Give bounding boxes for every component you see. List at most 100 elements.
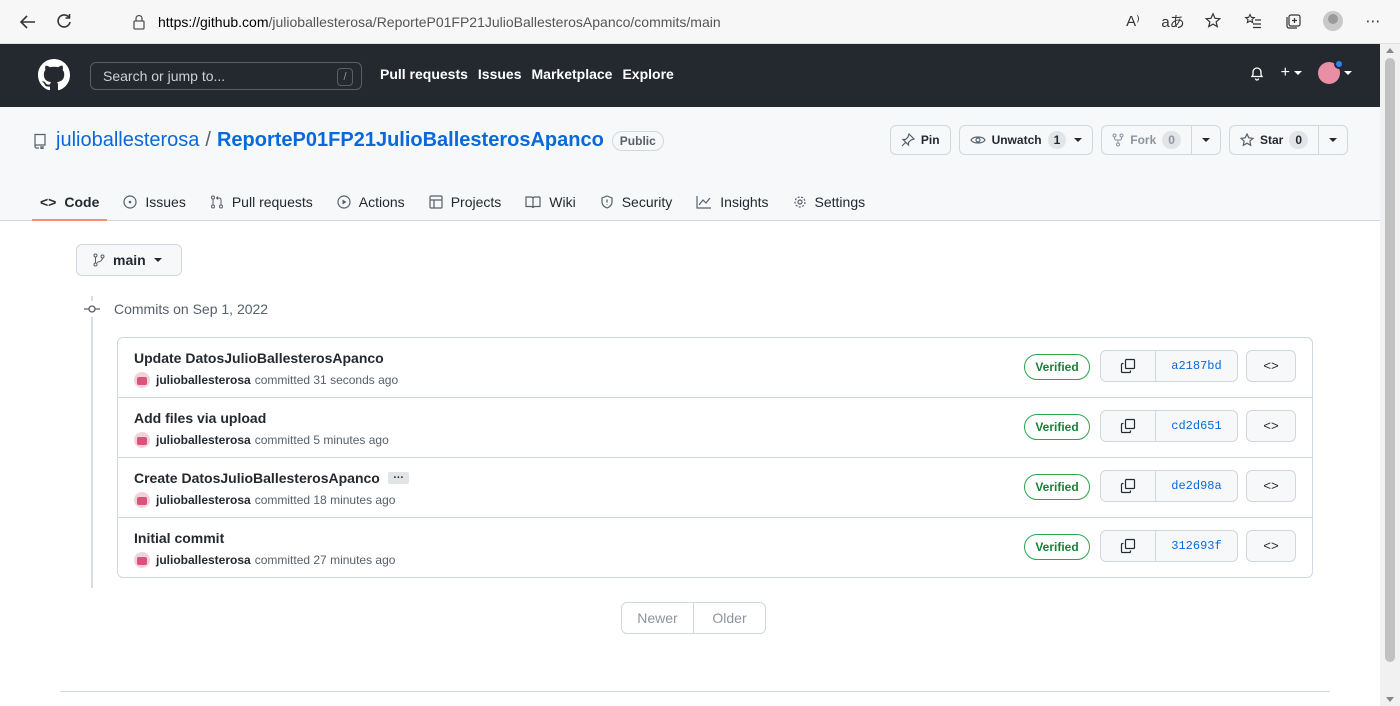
verified-badge[interactable]: Verified [1024,474,1090,500]
tab-code[interactable]: <> Code [31,183,113,221]
scroll-up-icon[interactable] [1386,48,1394,53]
pull-request-icon [210,195,224,209]
commit-message-link[interactable]: Add files via upload [134,410,266,426]
watch-label: Unwatch [991,133,1042,147]
collections-icon[interactable] [1276,6,1310,36]
fork-dropdown[interactable] [1190,126,1220,154]
copy-sha-button[interactable] [1101,471,1156,501]
commit-sha-link[interactable]: cd2d651 [1156,411,1237,441]
fork-label: Fork [1130,133,1157,147]
browse-repo-button[interactable]: <> [1246,530,1296,562]
copy-sha-button[interactable] [1101,531,1156,561]
avatar[interactable] [134,492,150,508]
repo-name-link[interactable]: ReporteP01FP21JulioBallesterosApanco [217,129,604,152]
bell-icon[interactable] [1249,65,1265,81]
favorite-star-icon[interactable] [1196,6,1230,36]
branch-name: main [113,252,146,268]
commit-message-link[interactable]: Update DatosJulioBallesterosApanco [134,350,384,366]
commit-message-link[interactable]: Create DatosJulioBallesterosApanco [134,470,380,486]
read-aloud-icon[interactable]: A⁾ [1116,6,1150,36]
tab-label: Settings [814,194,866,210]
tab-insights[interactable]: Insights [696,183,782,221]
lock-icon [132,14,148,30]
tab-pull-requests[interactable]: Pull requests [210,183,327,221]
nav-marketplace[interactable]: Marketplace [532,66,613,82]
fork-button[interactable]: Fork 0 [1101,125,1221,155]
more-options-icon[interactable]: ⋯ [1356,6,1390,36]
page-scrollbar[interactable] [1380,44,1400,706]
fork-count: 0 [1162,131,1181,149]
avatar[interactable] [134,552,150,568]
tab-actions[interactable]: Actions [337,183,419,221]
browse-repo-button[interactable]: <> [1246,350,1296,382]
copy-sha-button[interactable] [1101,411,1156,441]
avatar[interactable] [134,372,150,388]
tab-settings[interactable]: Settings [793,183,880,221]
search-input[interactable]: Search or jump to... / [90,62,362,90]
commit-meta: julioballesterosa committed 18 minutes ag… [134,492,395,508]
translate-icon[interactable]: aあ [1156,6,1190,36]
commit-meta: julioballesterosa committed 5 minutes ago [134,432,389,448]
expand-message-button[interactable]: … [387,470,409,484]
watch-button[interactable]: Unwatch 1 [958,125,1094,155]
commit-message-link[interactable]: Initial commit [134,530,224,546]
play-icon [337,195,351,209]
repo-tabs: <> Code Issues Pull requests Actions Proj… [31,183,889,221]
newer-button[interactable]: Newer [622,603,693,633]
footer-divider [60,691,1330,692]
browse-repo-button[interactable]: <> [1246,470,1296,502]
pin-icon [901,133,915,147]
tab-label: Projects [450,194,502,210]
nav-explore[interactable]: Explore [622,66,673,82]
commit-author-link[interactable]: julioballesterosa [156,373,251,387]
profile-icon[interactable] [1316,6,1350,36]
visibility-badge: Public [611,130,664,151]
verified-badge[interactable]: Verified [1024,534,1090,560]
commit-author-link[interactable]: julioballesterosa [156,433,251,447]
commit-author-link[interactable]: julioballesterosa [156,553,251,567]
branch-select-button[interactable]: main [76,244,182,276]
create-new-button[interactable]: + [1281,64,1302,82]
commit-sha-link[interactable]: a2187bd [1156,351,1237,381]
repo-actions: Pin Unwatch 1 Fork 0 Star 0 [889,125,1348,155]
commit-title: Initial commit [134,530,224,546]
avatar[interactable] [134,432,150,448]
user-menu-button[interactable] [1318,59,1352,84]
verified-badge[interactable]: Verified [1024,354,1090,380]
copy-sha-button[interactable] [1101,351,1156,381]
older-button[interactable]: Older [693,603,765,633]
chevron-down-icon [1294,70,1302,75]
repo-title: julioballesterosa / ReporteP01FP21JulioB… [32,129,664,152]
scroll-thumb[interactable] [1385,58,1395,662]
pin-button[interactable]: Pin [889,125,951,155]
star-dropdown[interactable] [1318,126,1347,154]
github-logo-icon[interactable] [38,59,70,91]
commit-group-header: Commits on Sep 1, 2022 [84,301,268,317]
favorites-list-icon[interactable] [1236,6,1270,36]
nav-issues[interactable]: Issues [478,66,522,82]
tab-security[interactable]: Security [600,183,687,221]
watch-count: 1 [1047,131,1067,149]
verified-badge[interactable]: Verified [1024,414,1090,440]
commit-sha-link[interactable]: 312693f [1156,531,1237,561]
chevron-down-icon [1201,138,1210,142]
chevron-down-icon [1074,138,1083,142]
copy-icon [1120,478,1136,494]
commit-author-link[interactable]: julioballesterosa [156,493,251,507]
refresh-icon[interactable] [46,6,82,38]
tab-projects[interactable]: Projects [429,183,516,221]
tab-issues[interactable]: Issues [123,183,199,221]
search-placeholder: Search or jump to... [103,68,226,84]
star-button[interactable]: Star 0 [1228,125,1348,155]
tab-wiki[interactable]: Wiki [525,183,589,221]
back-arrow-icon[interactable] [10,6,46,38]
commit-row: Create DatosJulioBallesterosApanco … juli… [118,458,1312,518]
header-nav: Pull requests Issues Marketplace Explore [380,66,674,82]
repo-owner-link[interactable]: julioballesterosa [56,129,199,152]
nav-pull-requests[interactable]: Pull requests [380,66,468,82]
scroll-down-icon[interactable] [1386,697,1394,702]
browse-repo-button[interactable]: <> [1246,410,1296,442]
repo-separator: / [205,129,211,151]
commit-sha-link[interactable]: de2d98a [1156,471,1237,501]
tab-label: Security [621,194,673,210]
